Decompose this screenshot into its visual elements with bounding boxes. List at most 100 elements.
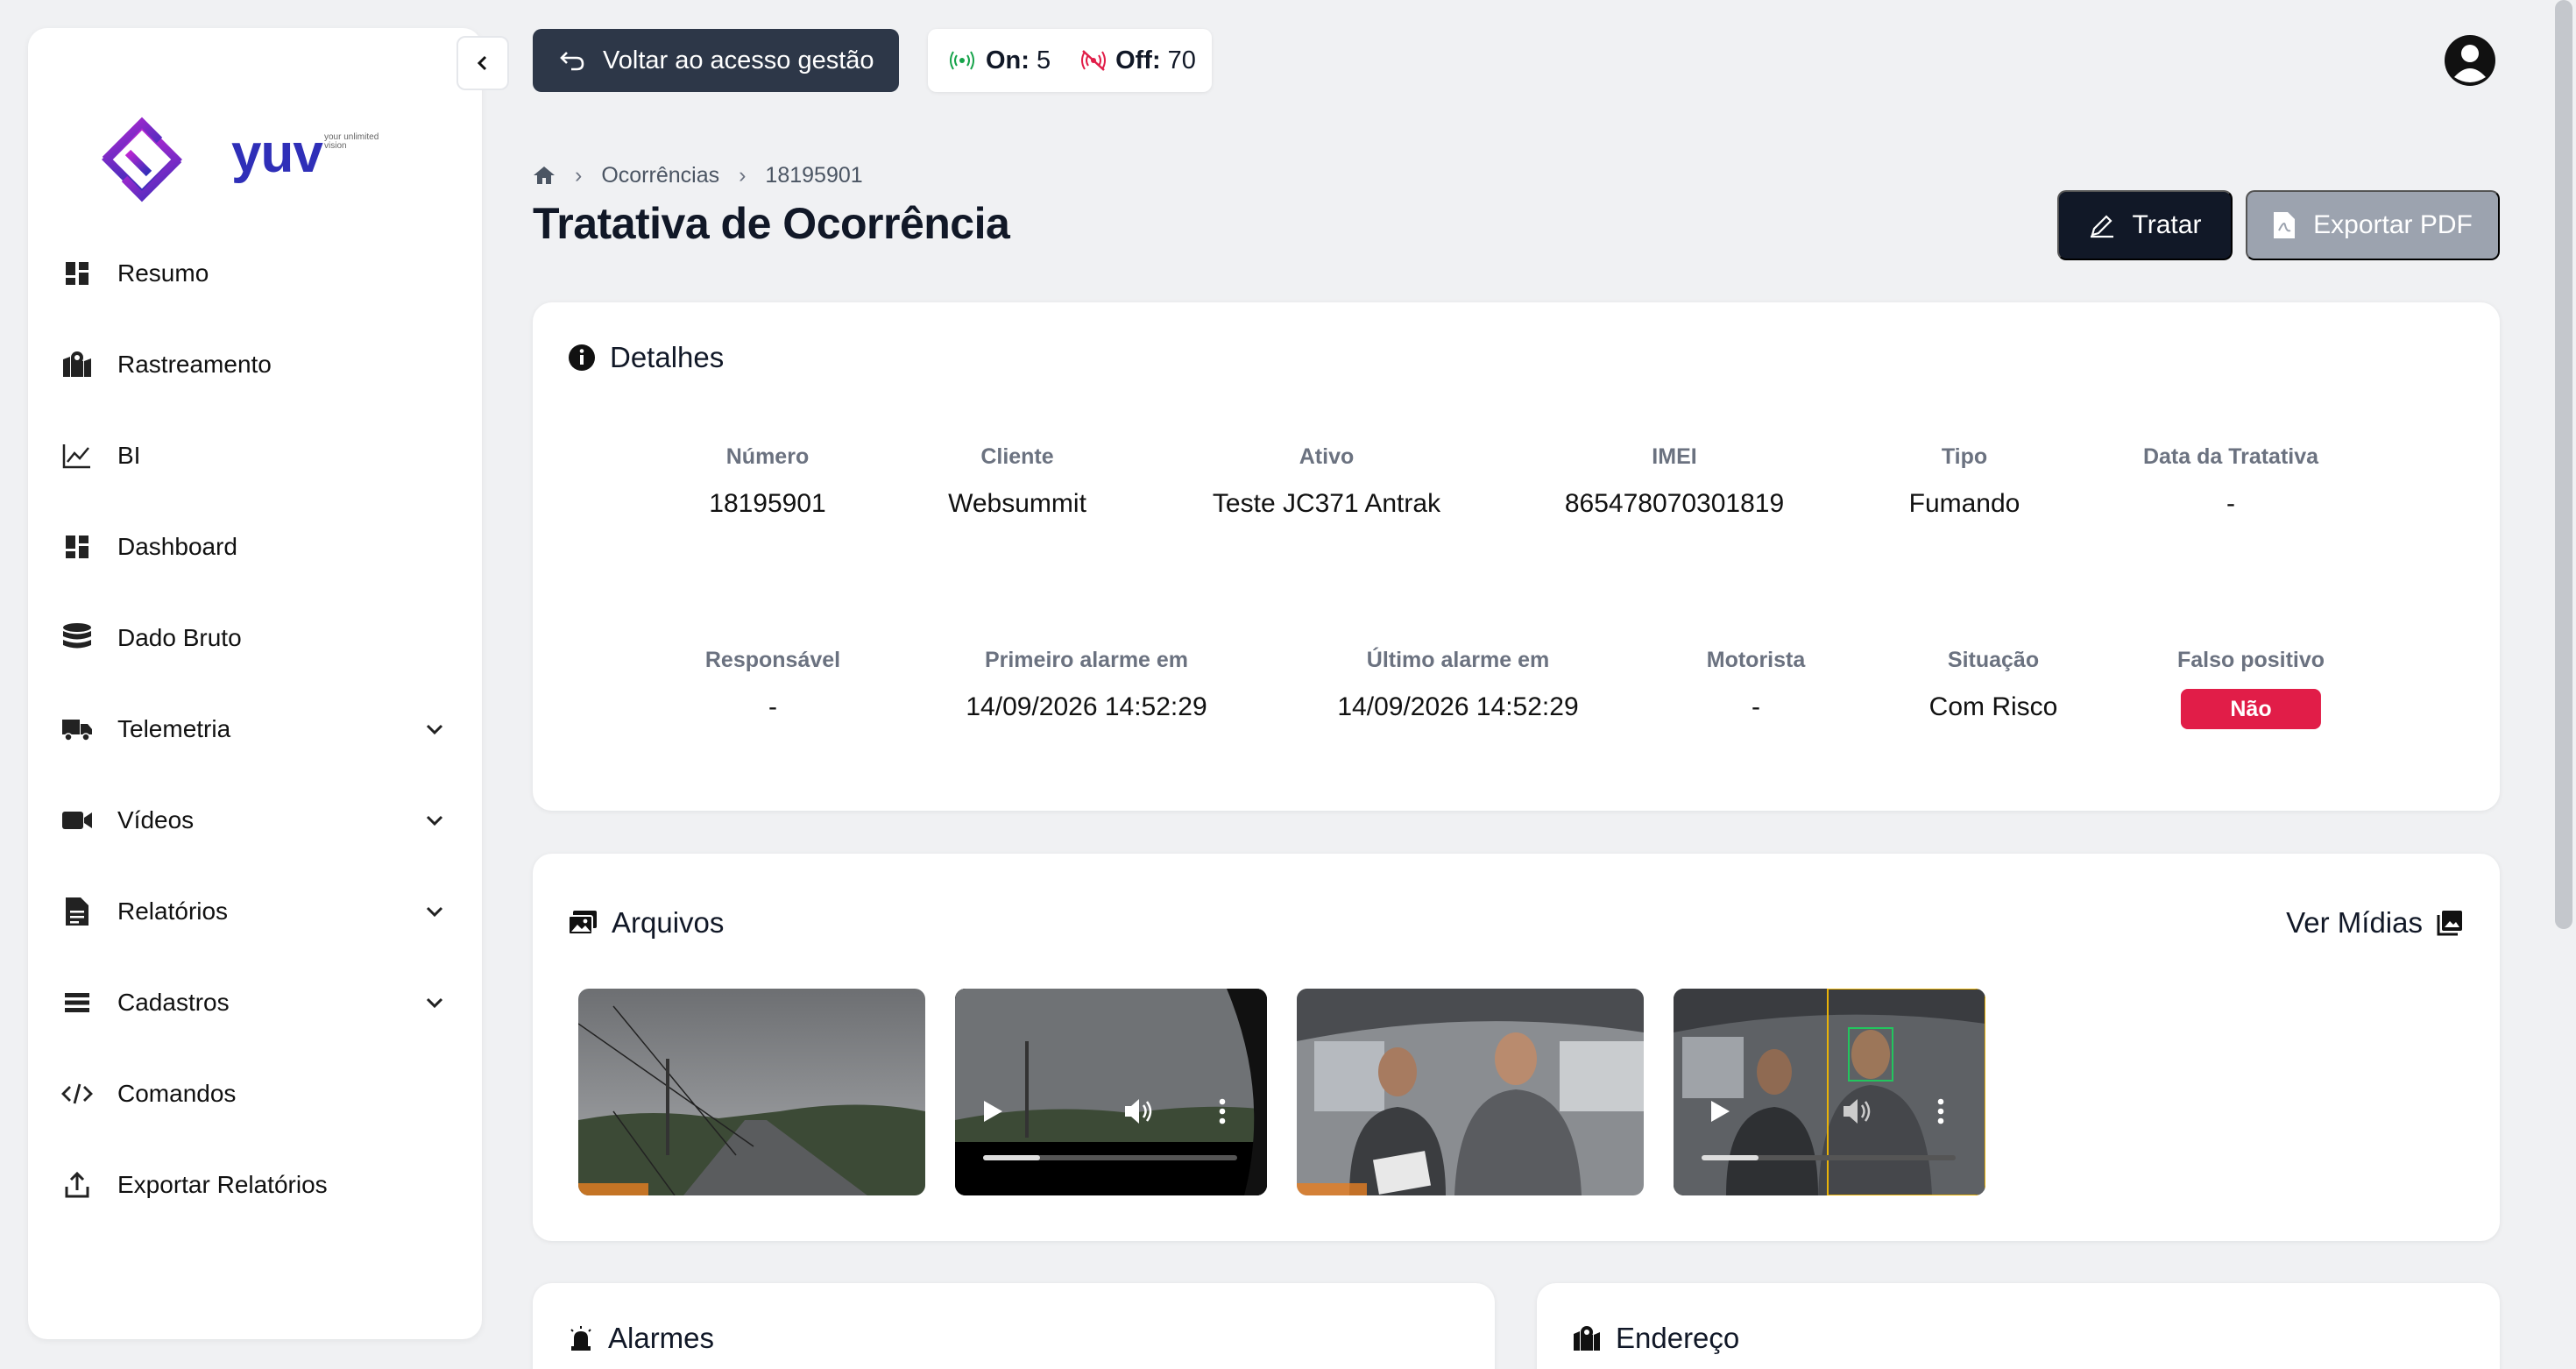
map-pin-icon xyxy=(60,347,95,382)
field-value: - xyxy=(768,692,777,721)
sidebar-item-label: Resumo xyxy=(117,259,209,287)
video-progress-bar[interactable] xyxy=(983,1155,1237,1160)
files-card: Arquivos Ver Mídias xyxy=(533,854,2500,1241)
export-pdf-button[interactable]: Exportar PDF xyxy=(2246,190,2500,260)
sidebar-item-comandos[interactable]: Comandos xyxy=(60,1068,480,1120)
view-media-label: Ver Mídias xyxy=(2286,906,2423,939)
breadcrumb-current: 18195901 xyxy=(765,162,863,188)
files-title-label: Arquivos xyxy=(612,906,725,939)
chevron-down-icon xyxy=(426,724,443,735)
field-label: Data da Tratativa xyxy=(2142,444,2319,469)
field-data-tratativa: Data da Tratativa - xyxy=(2143,444,2318,519)
info-icon xyxy=(569,344,595,371)
false-positive-badge: Não xyxy=(2181,689,2321,729)
alarms-title-label: Alarmes xyxy=(608,1322,715,1354)
sidebar-item-bi[interactable]: BI xyxy=(60,429,480,482)
chevron-right-icon: › xyxy=(739,162,747,188)
field-label: Cliente xyxy=(980,444,1054,469)
breadcrumb-occurrences[interactable]: Ocorrências xyxy=(601,163,719,188)
field-label: IMEI xyxy=(1652,444,1697,469)
play-icon[interactable] xyxy=(981,1099,1004,1124)
field-responsavel: Responsável - xyxy=(705,648,840,722)
sidebar-item-label: Telemetria xyxy=(117,715,231,742)
code-icon xyxy=(60,1076,95,1111)
field-value: 14/09/2026 14:52:29 xyxy=(966,692,1207,721)
alarms-card: Alarmes xyxy=(533,1283,1495,1369)
road-camera-video xyxy=(955,989,1267,1195)
field-falso-positivo: Falso positivo Não xyxy=(2177,648,2325,729)
field-ultimo-alarme: Último alarme em 14/09/2026 14:52:29 xyxy=(1337,648,1578,722)
details-card: Detalhes Número 18195901 Cliente Websumm… xyxy=(533,302,2500,811)
treat-button[interactable]: Tratar xyxy=(2057,190,2233,260)
cabin-camera-video xyxy=(1674,989,1985,1195)
more-options-icon[interactable] xyxy=(1218,1097,1227,1125)
back-button-label: Voltar ao acesso gestão xyxy=(603,46,874,74)
volume-icon[interactable] xyxy=(1842,1097,1873,1125)
field-label: Ativo xyxy=(1299,444,1355,469)
images-icon xyxy=(568,911,597,935)
home-icon[interactable] xyxy=(533,165,556,186)
field-label: Falso positivo xyxy=(2176,648,2325,672)
sidebar-item-dashboard[interactable]: Dashboard xyxy=(60,521,480,573)
media-video-player[interactable] xyxy=(955,989,1267,1195)
volume-icon[interactable] xyxy=(1123,1097,1155,1125)
media-thumbnail[interactable] xyxy=(578,989,925,1195)
sidebar-item-exportar-relatorios[interactable]: Exportar Relatórios xyxy=(60,1159,480,1211)
back-to-management-button[interactable]: Voltar ao acesso gestão xyxy=(533,29,899,92)
files-title: Arquivos xyxy=(568,906,724,940)
sidebar-item-videos[interactable]: Vídeos xyxy=(60,794,480,847)
field-label: Motorista xyxy=(1706,648,1806,672)
sidebar-item-label: Relatórios xyxy=(117,897,229,925)
road-camera-image xyxy=(578,989,925,1195)
signal-online-icon xyxy=(950,51,974,70)
export-pdf-label: Exportar PDF xyxy=(2313,210,2473,239)
page-scrollbar[interactable] xyxy=(2555,0,2572,929)
alarms-title: Alarmes xyxy=(568,1322,714,1355)
sidebar-item-rastreamento[interactable]: Rastreamento xyxy=(60,338,480,391)
cabin-camera-image xyxy=(1297,989,1644,1195)
video-progress-fill xyxy=(1702,1155,1759,1160)
brand-logo[interactable]: yuv your unlimited vision xyxy=(89,81,379,212)
media-video-player[interactable] xyxy=(1674,989,1985,1195)
play-icon[interactable] xyxy=(1709,1099,1731,1124)
sidebar-item-label: Comandos xyxy=(117,1080,237,1107)
field-label: Primeiro alarme em xyxy=(984,648,1189,672)
sidebar-item-telemetria[interactable]: Telemetria xyxy=(60,703,480,755)
brand-name: yuv xyxy=(231,124,323,184)
address-title: Endereço xyxy=(1572,1322,1739,1355)
sidebar-item-dado-bruto[interactable]: Dado Bruto xyxy=(60,612,480,664)
chevron-down-icon xyxy=(426,997,443,1009)
sidebar-collapse-button[interactable] xyxy=(456,36,509,90)
database-icon xyxy=(60,621,95,656)
more-options-icon[interactable] xyxy=(1936,1097,1945,1125)
user-avatar[interactable] xyxy=(2443,33,2497,88)
sidebar-item-cadastros[interactable]: Cadastros xyxy=(60,976,480,1029)
field-value: Fumando xyxy=(1908,489,2020,518)
field-value: Websummit xyxy=(948,489,1086,518)
chevron-down-icon xyxy=(426,906,443,918)
line-chart-icon xyxy=(60,438,95,473)
view-media-link[interactable]: Ver Mídias xyxy=(2286,906,2463,940)
field-label: Tipo xyxy=(1941,444,1988,469)
media-thumbnail[interactable] xyxy=(1297,989,1644,1195)
sidebar: yuv your unlimited vision Resumo Rastrea… xyxy=(28,28,482,1339)
user-profile-icon xyxy=(2445,35,2495,86)
pencil-icon xyxy=(2090,215,2113,238)
sidebar-item-label: Vídeos xyxy=(117,806,195,833)
dashboard-grid-icon xyxy=(60,256,95,291)
brand-tagline: your unlimited vision xyxy=(324,132,379,151)
video-progress-bar[interactable] xyxy=(1702,1155,1956,1160)
address-title-label: Endereço xyxy=(1616,1322,1740,1354)
sidebar-item-relatorios[interactable]: Relatórios xyxy=(60,885,480,938)
field-motorista: Motorista - xyxy=(1707,648,1806,722)
sidebar-item-resumo[interactable]: Resumo xyxy=(60,247,480,300)
field-imei: IMEI 865478070301819 xyxy=(1565,444,1784,519)
upload-icon xyxy=(60,1167,95,1202)
online-label: On: xyxy=(986,46,1030,74)
online-count: 5 xyxy=(1036,46,1051,74)
field-situacao: Situação Com Risco xyxy=(1929,648,2058,722)
chevron-left-icon xyxy=(477,55,487,71)
gallery-icon xyxy=(2437,911,2462,936)
field-cliente: Cliente Websummit xyxy=(948,444,1086,519)
field-label: Responsável xyxy=(704,648,841,672)
